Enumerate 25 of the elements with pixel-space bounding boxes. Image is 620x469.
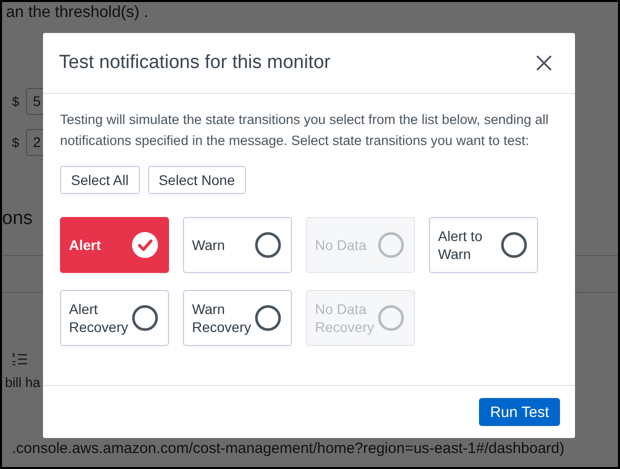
empty-circle-icon bbox=[255, 232, 281, 258]
run-test-button[interactable]: Run Test bbox=[479, 398, 560, 426]
close-icon[interactable] bbox=[535, 54, 553, 72]
modal-title: Test notifications for this monitor bbox=[59, 52, 330, 74]
empty-circle-icon bbox=[378, 305, 404, 331]
state-option[interactable]: Warn Recovery bbox=[183, 290, 292, 346]
currency-label: $ bbox=[12, 94, 20, 109]
empty-circle-icon bbox=[132, 305, 158, 331]
message-text: bill ha bbox=[5, 375, 42, 390]
state-option[interactable]: Alert bbox=[60, 217, 169, 273]
empty-circle-icon bbox=[255, 305, 281, 331]
empty-circle-icon bbox=[378, 232, 404, 258]
section-heading: ons bbox=[2, 208, 34, 230]
threshold-text: an the threshold(s) . bbox=[6, 4, 150, 22]
numbered-list-icon[interactable] bbox=[12, 351, 28, 367]
select-button[interactable]: Select All bbox=[60, 166, 140, 194]
select-button[interactable]: Select None bbox=[148, 166, 246, 194]
state-option[interactable]: Alert Recovery bbox=[60, 290, 169, 346]
currency-label: $ bbox=[12, 135, 20, 150]
state-option[interactable]: Warn bbox=[183, 217, 292, 273]
modal-description: Testing will simulate the state transitions you select from the list below, sending all notifications specified in the message. Select state transitions you want to test: bbox=[60, 111, 550, 150]
state-option[interactable]: Alert to Warn bbox=[429, 217, 538, 273]
empty-circle-icon bbox=[501, 232, 527, 258]
message-link[interactable]: .console.aws.amazon.com/cost-management/home?region=us-east-1#/dashboard) bbox=[12, 440, 618, 457]
checked-circle-icon bbox=[132, 232, 158, 258]
